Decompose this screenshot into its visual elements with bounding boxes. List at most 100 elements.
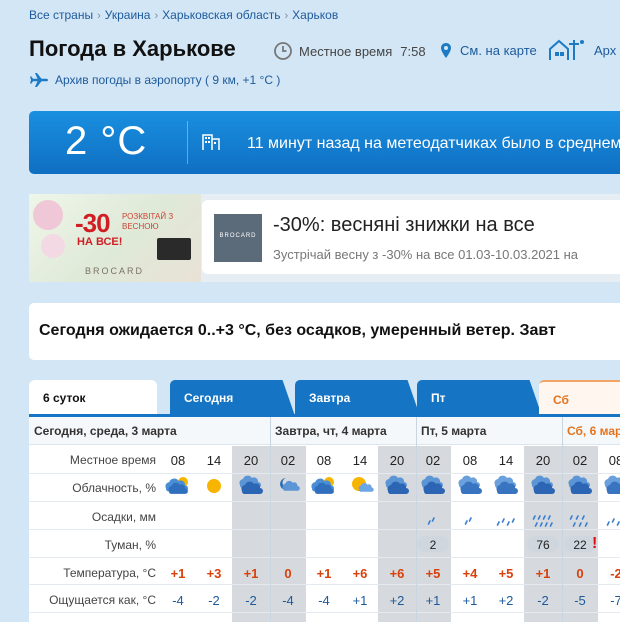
hour-cell: 08 xyxy=(170,453,186,468)
row-divider xyxy=(29,612,620,613)
feels-like-cell: +1 xyxy=(462,593,478,608)
temperature-cell: +5 xyxy=(498,566,514,581)
cloudy-icon xyxy=(601,474,620,498)
hour-cell: 02 xyxy=(425,453,441,468)
light-drizzle-icon xyxy=(418,512,448,528)
hour-cell: 20 xyxy=(535,453,551,468)
hour-cell: 14 xyxy=(352,453,368,468)
feels-like-cell: +2 xyxy=(498,593,514,608)
temperature-cell: +6 xyxy=(352,566,368,581)
cloudy-night-icon xyxy=(418,474,448,498)
breadcrumb-all-countries[interactable]: Все страны xyxy=(29,8,93,22)
archive-link[interactable]: Арх xyxy=(548,38,616,62)
flower-decoration xyxy=(41,234,65,258)
fog-value-text: 76 xyxy=(536,538,550,552)
weather-station-icon xyxy=(549,39,584,60)
sensor-note: 11 минут назад на метеодатчиках было в с… xyxy=(247,135,620,152)
breadcrumb-kharkiv-region[interactable]: Харьковская область xyxy=(162,8,280,22)
temperature-cell: -2 xyxy=(610,566,620,581)
ad-card[interactable]: BROCARD -30%: весняні знижки на все Зуст… xyxy=(202,200,620,274)
cloudy-night-icon xyxy=(565,474,595,498)
row-label-temp: Температура, °C xyxy=(63,566,156,580)
page-root: Все страны › Украина › Харьковская область › Х… xyxy=(0,0,620,622)
breadcrumb-separator: › xyxy=(97,10,101,22)
night-cloud-icon xyxy=(273,474,303,498)
temperature-cell: 0 xyxy=(576,566,584,581)
airplane-icon xyxy=(30,73,48,87)
building-icon xyxy=(202,134,220,150)
tab-saturday[interactable]: Сб xyxy=(539,380,620,416)
temperature-cell: +1 xyxy=(535,566,551,581)
tab-label: Сегодня xyxy=(184,391,234,405)
map-link[interactable]: См. на карте xyxy=(440,42,537,59)
day-header-tomorrow: Завтра, чт, 4 марта xyxy=(270,417,416,445)
feels-like-cell: -2 xyxy=(537,593,549,608)
perfume-box-decoration xyxy=(157,238,191,260)
row-divider xyxy=(29,529,620,530)
temperature-cell: +1 xyxy=(243,566,259,581)
fog-value-text: 2 xyxy=(429,538,437,552)
row-label-cloud: Облачность, % xyxy=(72,481,156,495)
fog-value: 2 xyxy=(415,536,451,552)
tab-tomorrow[interactable]: Завтра xyxy=(295,380,420,416)
day-header-saturday: Сб, 6 марта xyxy=(562,417,620,445)
ad-logo: BROCARD xyxy=(214,214,262,262)
ad-image-sale: НА ВСЕ! xyxy=(77,236,123,248)
ad-image-percent: -30 xyxy=(75,208,111,238)
day-header-today: Сегодня, среда, 3 марта xyxy=(29,417,270,445)
tab-label: 6 суток xyxy=(43,391,86,405)
ad-banner[interactable]: -30 НА ВСЕ! РОЗКВІТАЙ З ВЕСНОЮ BROCARD B… xyxy=(29,194,620,282)
breadcrumb-ukraine[interactable]: Украина xyxy=(105,8,151,22)
airport-archive-link[interactable]: Архив погоды в аэропорту ( 9 км, +1 °C ) xyxy=(29,72,280,88)
page-title: Погода в Харькове xyxy=(29,36,236,61)
hour-cell: 14 xyxy=(498,453,514,468)
hour-cell: 08 xyxy=(316,453,332,468)
breadcrumb-separator: › xyxy=(154,10,159,22)
cloudy-night-icon xyxy=(528,474,558,498)
tab-today[interactable]: Сегодня xyxy=(170,380,295,416)
hour-cell: 08 xyxy=(608,453,620,468)
feels-like-cell: +2 xyxy=(389,593,405,608)
map-link-label: См. на карте xyxy=(460,43,537,58)
local-time-value: 7:58 xyxy=(400,43,426,59)
fog-value-text: 22 xyxy=(573,538,587,552)
clock-icon xyxy=(274,42,292,60)
sun-cloud-icon xyxy=(345,474,375,498)
flower-decoration xyxy=(33,200,63,230)
tab-6-days[interactable]: 6 суток xyxy=(29,380,157,416)
tab-label: Пт xyxy=(431,391,446,405)
breadcrumb-kharkiv[interactable]: Харьков xyxy=(292,8,338,22)
drizzle-icon xyxy=(601,512,620,528)
temperature-cell: +3 xyxy=(206,566,222,581)
breadcrumb: Все страны › Украина › Харьковская область › Х… xyxy=(29,8,338,22)
temperature-cell: +5 xyxy=(425,566,441,581)
light-drizzle-icon xyxy=(455,512,485,528)
drizzle-icon xyxy=(491,512,521,528)
row-divider xyxy=(29,584,620,585)
ad-description: Зустрічай весну з -30% на все 01.03-10.0… xyxy=(273,247,579,262)
day-header-friday: Пт, 5 марта xyxy=(416,417,562,445)
tab-friday[interactable]: Пт xyxy=(417,380,542,416)
archive-link-label: Арх xyxy=(594,42,617,58)
temperature-cell: +1 xyxy=(316,566,332,581)
fog-warning-icon: ! xyxy=(592,535,598,552)
hour-cell: 20 xyxy=(389,453,405,468)
feels-like-cell: +1 xyxy=(352,593,368,608)
feels-like-cell: -5 xyxy=(574,593,586,608)
feels-like-cell: -4 xyxy=(282,593,294,608)
current-temperature: 2 °C xyxy=(65,119,148,163)
ad-image-brand: BROCARD xyxy=(85,266,145,276)
temperature-cell: +1 xyxy=(170,566,186,581)
row-divider xyxy=(29,501,620,502)
local-time-label: Местное время xyxy=(299,43,393,59)
hour-cell: 20 xyxy=(243,453,259,468)
feels-like-cell: -2 xyxy=(245,593,257,608)
ad-headline[interactable]: -30%: весняні знижки на все xyxy=(273,214,535,237)
cloudy-sun-icon xyxy=(309,474,339,498)
row-label-feels: Ощущается как, °C xyxy=(49,593,156,607)
sun-icon xyxy=(199,474,229,498)
cloudy-night-icon xyxy=(382,474,412,498)
cloudy-icon xyxy=(491,474,521,498)
hour-cell: 08 xyxy=(462,453,478,468)
map-pin-icon xyxy=(441,43,451,58)
